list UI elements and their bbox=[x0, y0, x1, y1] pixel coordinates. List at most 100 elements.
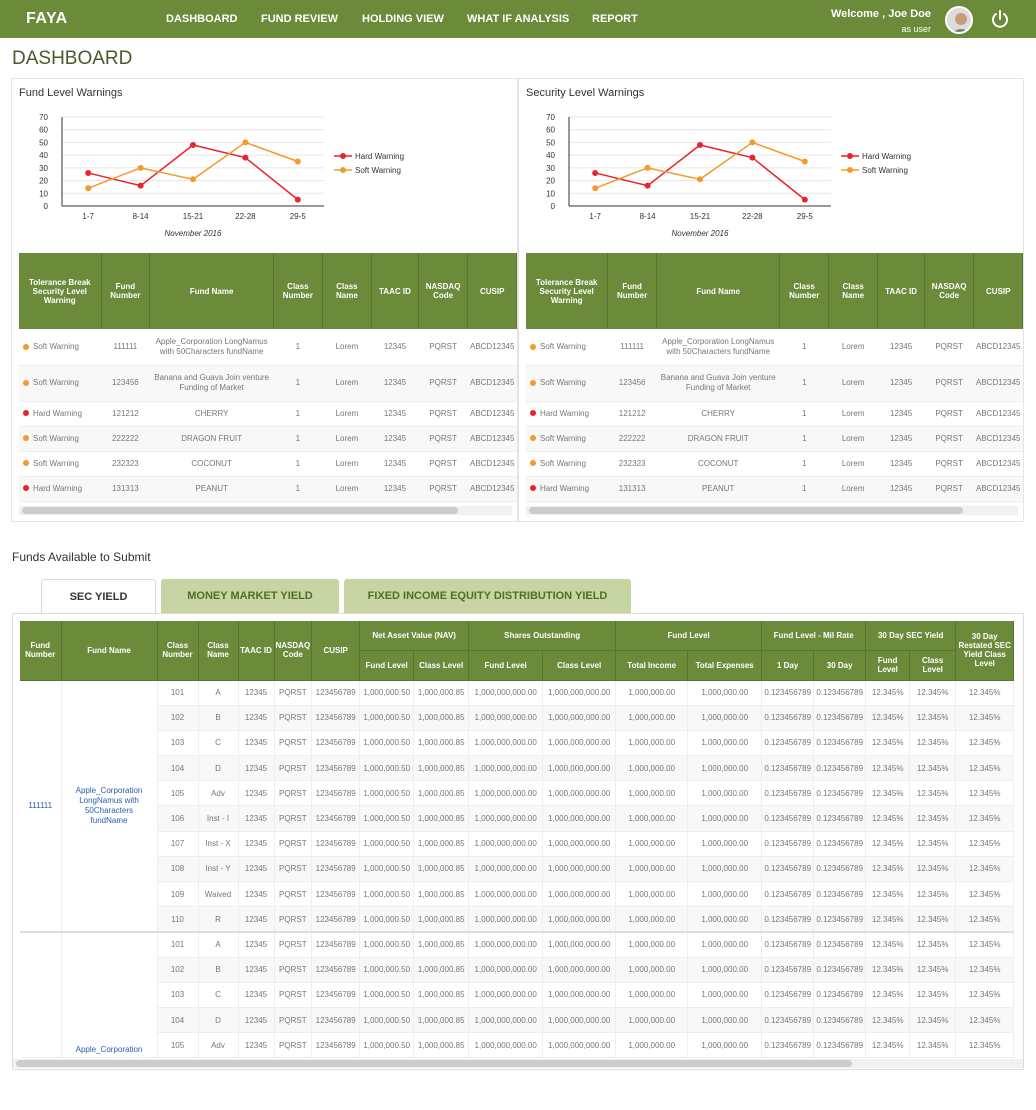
col-total-expenses[interactable]: Total Expenses bbox=[687, 650, 763, 681]
nav-what-if-analysis[interactable]: WHAT IF ANALYSIS bbox=[467, 13, 569, 25]
data-point[interactable] bbox=[294, 196, 301, 203]
data-point[interactable] bbox=[801, 196, 808, 203]
table-row[interactable]: 106 Inst - I 12345 PQRST 123456789 1,000,000.… bbox=[20, 805, 1015, 832]
col-cusip[interactable]: CUSIP bbox=[311, 621, 361, 681]
col-class-number[interactable]: Class Number bbox=[157, 621, 199, 681]
col-total-income[interactable]: Total Income bbox=[615, 650, 689, 681]
data-point[interactable] bbox=[137, 164, 144, 171]
legend-label[interactable]: Hard Warning bbox=[862, 152, 911, 161]
col-taac-id[interactable]: TAAC ID bbox=[371, 253, 419, 329]
col-class-name[interactable]: Class Name bbox=[322, 253, 373, 329]
col-nasdaq-code[interactable]: NASDAQ Code bbox=[274, 621, 313, 681]
table-row[interactable]: Soft Warning 222222 DRAGON FRUIT 1 Lorem 1234… bbox=[526, 426, 1023, 452]
table-row[interactable]: 104 D 12345 PQRST 123456789 1,000,000.50 1,000… bbox=[20, 755, 1015, 782]
col-class-name[interactable]: Class Name bbox=[828, 253, 879, 329]
table-row[interactable]: 103 C 12345 PQRST 123456789 1,000,000.50 1,000… bbox=[20, 730, 1015, 757]
table-row[interactable]: Soft Warning 232323 COCONUT 1 Lorem 12345 PQRS… bbox=[19, 451, 517, 477]
data-point[interactable] bbox=[644, 182, 651, 189]
table-row[interactable]: 104 D 12345 PQRST 123456789 1,000,000.50 1,000… bbox=[20, 1007, 1015, 1034]
table-row[interactable]: 108 Inst - Y 12345 PQRST 123456789 1,000,000.… bbox=[20, 856, 1015, 883]
nav-dashboard[interactable]: DASHBOARD bbox=[166, 13, 238, 25]
table-row[interactable]: Apple_Corporation 101 A 12345 PQRST 123456789… bbox=[20, 930, 1015, 1059]
legend-label[interactable]: Hard Warning bbox=[355, 152, 404, 161]
tab-fixed-income-equity-distribution-yield[interactable]: FIXED INCOME EQUITY DISTRIBUTION YIELD bbox=[344, 579, 631, 613]
data-point[interactable] bbox=[85, 185, 92, 192]
col-taac-id[interactable]: TAAC ID bbox=[238, 621, 275, 681]
table-row[interactable]: 105 Adv 12345 PQRST 123456789 1,000,000.50 1,0… bbox=[20, 780, 1015, 807]
table-row[interactable]: Soft Warning 123456 Banana and Guava Join … bbox=[19, 365, 517, 402]
col-30-day[interactable]: 30 Day bbox=[813, 650, 867, 681]
col-class-number[interactable]: Class Number bbox=[779, 253, 830, 329]
table-row[interactable]: 102 B 12345 PQRST 123456789 1,000,000.50 1,000… bbox=[20, 957, 1015, 983]
col-warning[interactable]: Tolerance Break Security Level Warning bbox=[19, 253, 102, 329]
table-row[interactable]: 111111 Apple_Corporation LongNamus with 5… bbox=[20, 680, 1015, 933]
table-row[interactable]: Soft Warning 111111 Apple_Corporation Long… bbox=[19, 329, 517, 366]
data-point[interactable] bbox=[242, 139, 249, 146]
fund-number-link[interactable]: 111111 bbox=[20, 680, 62, 933]
col-fund-number[interactable]: Fund Number bbox=[20, 621, 62, 681]
col-restated-sec-yield[interactable]: 30 Day Restated SEC Yield Class Level bbox=[955, 621, 1015, 681]
tab-money-market-yield[interactable]: MONEY MARKET YIELD bbox=[161, 579, 339, 613]
fund-number-link[interactable] bbox=[20, 930, 62, 1059]
nav-report[interactable]: REPORT bbox=[592, 13, 638, 25]
table-row[interactable]: 109 Waived 12345 PQRST 123456789 1,000,000.50… bbox=[20, 881, 1015, 908]
col-cusip[interactable]: CUSIP bbox=[467, 253, 517, 329]
col-fund-number[interactable]: Fund Number bbox=[101, 253, 151, 329]
data-point[interactable] bbox=[85, 169, 92, 176]
data-point[interactable] bbox=[749, 154, 756, 161]
legend-label[interactable]: Soft Warning bbox=[355, 166, 401, 175]
col-nav-class-level[interactable]: Class Level bbox=[413, 650, 470, 681]
table-row[interactable]: Soft Warning 111111 Apple_Corporation Long… bbox=[526, 329, 1023, 366]
nav-fund-review[interactable]: FUND REVIEW bbox=[261, 13, 338, 25]
col-nasdaq-code[interactable]: NASDAQ Code bbox=[418, 253, 469, 329]
col-class-name[interactable]: Class Name bbox=[198, 621, 239, 681]
table-row[interactable]: Soft Warning 232323 COCONUT 1 Lorem 12345 PQRS… bbox=[526, 451, 1023, 477]
col-sec-fund-level[interactable]: Fund Level bbox=[865, 650, 911, 681]
data-point[interactable] bbox=[697, 176, 703, 183]
col-sec-class-level[interactable]: Class Level bbox=[909, 650, 957, 681]
col-nasdaq-code[interactable]: NASDAQ Code bbox=[924, 253, 975, 329]
data-point[interactable] bbox=[190, 176, 196, 183]
avatar[interactable] bbox=[945, 6, 973, 34]
col-shares-class-level[interactable]: Class Level bbox=[542, 650, 617, 681]
horizontal-scrollbar[interactable] bbox=[529, 507, 963, 514]
data-point[interactable] bbox=[592, 185, 599, 192]
data-point[interactable] bbox=[294, 158, 301, 165]
fund-name-link[interactable]: Apple_Corporation bbox=[61, 930, 158, 1059]
horizontal-scrollbar[interactable] bbox=[22, 507, 458, 514]
table-row[interactable]: 107 Inst - X 12345 PQRST 123456789 1,000,000.… bbox=[20, 831, 1015, 857]
col-fund-name[interactable]: Fund Name bbox=[61, 621, 158, 681]
table-row[interactable]: Hard Warning 131313 PEANUT 1 Lorem 12345 PQRST… bbox=[526, 476, 1023, 502]
nav-holding-view[interactable]: HOLDING VIEW bbox=[362, 13, 444, 25]
horizontal-scrollbar[interactable] bbox=[16, 1060, 852, 1067]
table-row[interactable]: Soft Warning 222222 DRAGON FRUIT 1 Lorem 1234… bbox=[19, 426, 517, 452]
col-fund-number[interactable]: Fund Number bbox=[607, 253, 657, 329]
fund-name-link[interactable]: Apple_Corporation LongNamus with 50Chara… bbox=[61, 680, 158, 933]
table-row[interactable]: Soft Warning 123456 Banana and Guava Join … bbox=[526, 365, 1023, 402]
col-class-number[interactable]: Class Number bbox=[273, 253, 323, 329]
col-fund-name[interactable]: Fund Name bbox=[149, 253, 275, 329]
col-1-day[interactable]: 1 Day bbox=[761, 650, 815, 681]
data-point[interactable] bbox=[190, 141, 196, 148]
table-row[interactable]: Hard Warning 121212 CHERRY 1 Lorem 12345 PQRST… bbox=[526, 401, 1023, 427]
table-row[interactable]: 105 Adv 12345 PQRST 123456789 1,000,000.50 1,0… bbox=[20, 1032, 1015, 1059]
col-cusip[interactable]: CUSIP bbox=[973, 253, 1023, 329]
table-row[interactable]: 110 R 12345 PQRST 123456789 1,000,000.50 1,000… bbox=[20, 906, 1015, 933]
data-point[interactable] bbox=[801, 158, 808, 165]
table-row[interactable]: Hard Warning 131313 PEANUT 1 Lorem 12345 PQRST… bbox=[19, 476, 517, 502]
table-row[interactable]: 103 C 12345 PQRST 123456789 1,000,000.50 1,000… bbox=[20, 982, 1015, 1008]
table-row[interactable]: 102 B 12345 PQRST 123456789 1,000,000.50 1,000… bbox=[20, 705, 1015, 731]
power-icon[interactable] bbox=[990, 9, 1010, 29]
col-taac-id[interactable]: TAAC ID bbox=[877, 253, 925, 329]
col-nav-fund-level[interactable]: Fund Level bbox=[359, 650, 415, 681]
data-point[interactable] bbox=[749, 139, 756, 146]
legend-label[interactable]: Soft Warning bbox=[862, 166, 908, 175]
data-point[interactable] bbox=[592, 169, 599, 176]
col-fund-name[interactable]: Fund Name bbox=[656, 253, 781, 329]
col-shares-fund-level[interactable]: Fund Level bbox=[468, 650, 544, 681]
data-point[interactable] bbox=[137, 182, 144, 189]
data-point[interactable] bbox=[697, 141, 703, 148]
data-point[interactable] bbox=[242, 154, 249, 161]
app-logo[interactable]: FAYA bbox=[26, 10, 68, 28]
data-point[interactable] bbox=[644, 164, 651, 171]
